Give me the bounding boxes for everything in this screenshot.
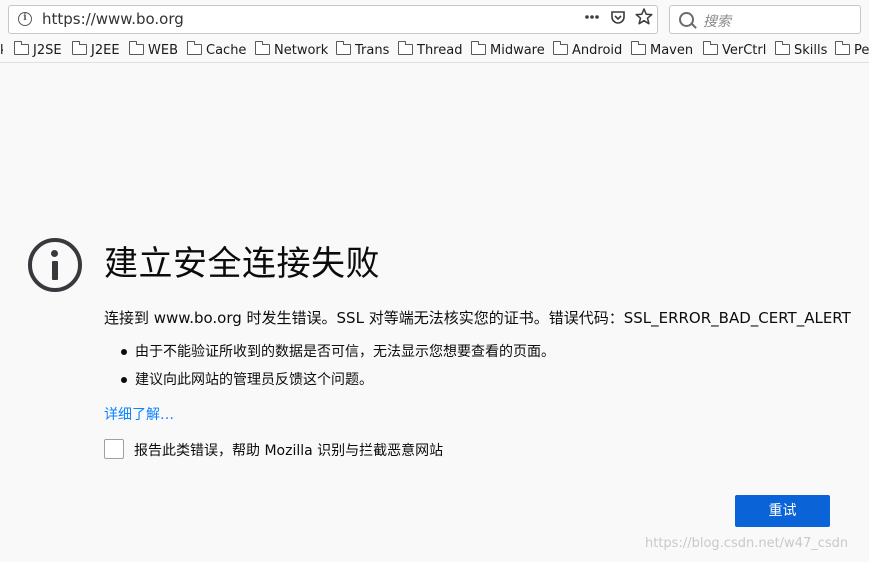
report-error-checkbox[interactable] <box>104 439 124 459</box>
folder-icon <box>255 40 270 55</box>
list-item: 由于不能验证所收到的数据是否可信，无法显示您想要查看的页面。 <box>104 340 555 368</box>
search-icon <box>679 12 694 27</box>
folder-icon <box>398 40 413 55</box>
folder-icon <box>471 40 486 55</box>
watermark-text: https://blog.csdn.net/w47_csdn <box>645 536 849 551</box>
bookmark-folder-pe[interactable]: Pe <box>835 40 869 60</box>
bookmark-folder-j2ee[interactable]: J2EE <box>72 40 120 60</box>
folder-icon <box>835 40 850 55</box>
bookmark-label: VerCtrl <box>722 43 767 58</box>
bookmark-star-icon[interactable] <box>633 6 655 28</box>
bookmark-label: WEB <box>148 43 178 58</box>
site-info-icon[interactable]: i <box>18 12 32 26</box>
page-actions-ellipsis-icon[interactable] <box>581 6 603 28</box>
folder-icon <box>775 40 790 55</box>
folder-icon <box>703 40 718 55</box>
folder-icon <box>336 40 351 55</box>
search-placeholder[interactable]: 搜索 <box>703 11 731 31</box>
bookmark-label: Pe <box>854 43 869 58</box>
bookmark-folder-android[interactable]: Android <box>553 40 623 60</box>
bullet-icon <box>121 377 127 383</box>
folder-icon <box>187 40 202 55</box>
url-text[interactable]: https://www.bo.org <box>42 10 184 28</box>
bookmark-label: Android <box>572 43 623 58</box>
search-bar[interactable]: 搜索 <box>669 5 861 34</box>
bookmark-label: J2SE <box>33 43 62 58</box>
learn-more-link[interactable]: 详细了解… <box>104 404 174 424</box>
bookmark-folder-skills[interactable]: Skills <box>775 40 828 60</box>
bookmark-folder-midware[interactable]: Midware <box>471 40 545 60</box>
bullet-icon <box>121 349 127 355</box>
url-bar[interactable]: i https://www.bo.org <box>8 5 658 34</box>
pocket-icon[interactable] <box>607 6 629 28</box>
bookmark-folder-maven[interactable]: Maven <box>631 40 694 60</box>
bookmark-folder-cache[interactable]: Cache <box>187 40 247 60</box>
bookmarks-toolbar: k J2SE J2EE WEB Cache Network Trans Thre… <box>0 40 869 63</box>
folder-icon <box>14 40 29 55</box>
bookmark-label: Skills <box>794 43 828 58</box>
bookmark-label: Trans <box>355 43 390 58</box>
report-error-label[interactable]: 报告此类错误，帮助 Mozilla 识别与拦截恶意网站 <box>134 440 443 460</box>
list-item: 建议向此网站的管理员反馈这个问题。 <box>104 368 555 396</box>
folder-icon <box>129 40 144 55</box>
folder-icon <box>553 40 568 55</box>
bookmark-folder-thread[interactable]: Thread <box>398 40 463 60</box>
bookmark-folder-verctrl[interactable]: VerCtrl <box>703 40 767 60</box>
navigation-toolbar: i https://www.bo.org 搜索 <box>0 0 869 40</box>
bookmark-folder-j2se[interactable]: J2SE <box>14 40 62 60</box>
error-description: 连接到 www.bo.org 时发生错误。SSL 对等端无法核实您的证书。错误代… <box>104 309 851 327</box>
bookmark-label: Thread <box>417 43 463 58</box>
error-title: 建立安全连接失败 <box>104 244 380 284</box>
bookmark-label: Network <box>274 43 329 58</box>
bookmark-label: Maven <box>650 43 694 58</box>
bookmark-label: Midware <box>490 43 545 58</box>
folder-icon <box>631 40 646 55</box>
bookmark-folder-web[interactable]: WEB <box>129 40 178 60</box>
bullet-text: 由于不能验证所收到的数据是否可信，无法显示您想要查看的页面。 <box>135 344 555 360</box>
folder-icon <box>72 40 87 55</box>
bookmark-folder-network[interactable]: Network <box>255 40 329 60</box>
error-bullet-list: 由于不能验证所收到的数据是否可信，无法显示您想要查看的页面。 建议向此网站的管理… <box>104 340 555 396</box>
bullet-text: 建议向此网站的管理员反馈这个问题。 <box>135 372 373 388</box>
bookmark-folder-trans[interactable]: Trans <box>336 40 390 60</box>
info-icon <box>28 238 82 292</box>
bookmark-label: J2EE <box>91 43 120 58</box>
bookmark-overflow-edge: k <box>0 42 3 60</box>
bookmark-label: Cache <box>206 43 247 58</box>
retry-button[interactable]: 重试 <box>735 495 830 527</box>
